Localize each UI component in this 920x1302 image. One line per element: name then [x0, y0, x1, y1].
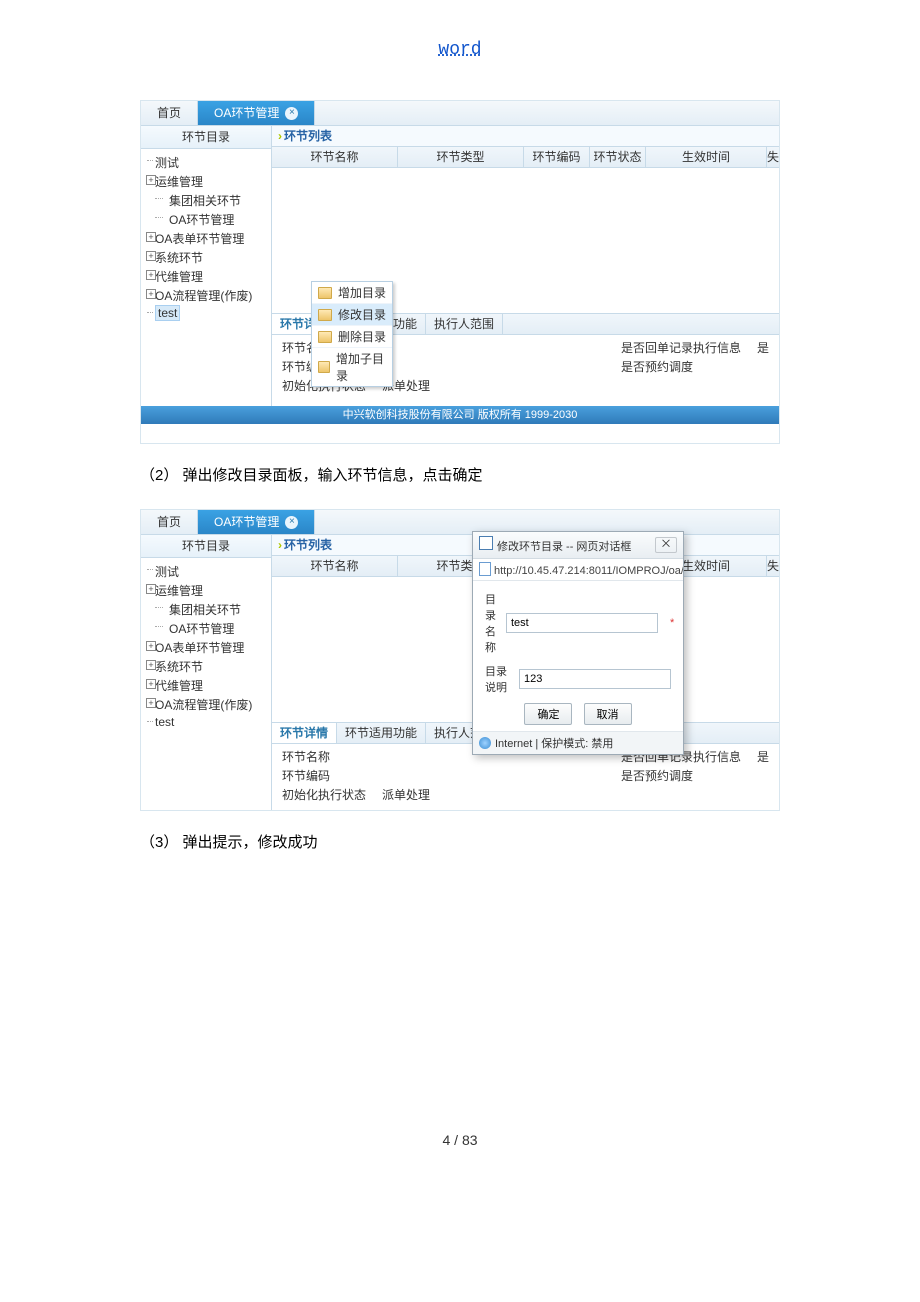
page-icon — [479, 562, 491, 576]
col-exp[interactable]: 失效时间 — [767, 556, 779, 576]
col-exp[interactable]: 失效时间 — [767, 147, 779, 167]
tree-node-flow[interactable]: OA流程管理(作废) — [141, 695, 271, 714]
col-name[interactable]: 环节名称 — [272, 556, 398, 576]
dialog-title: 修改环节目录 -- 网页对话框 — [497, 541, 631, 553]
detail-tab-func[interactable]: 环节适用功能 — [337, 723, 426, 743]
tree-node-oa-form[interactable]: OA表单环节管理 — [141, 638, 271, 657]
edit-dir-dialog: 修改环节目录 -- 网页对话框 ⨉ http://10.45.47.214:80… — [472, 531, 684, 755]
tree-node-ops[interactable]: 运维管理 — [141, 581, 271, 600]
detail-tab-info[interactable]: 环节详情 — [272, 723, 337, 743]
tab-oa-label: OA环节管理 — [214, 101, 279, 125]
tree-node-oa-form[interactable]: OA表单环节管理 — [141, 229, 271, 248]
tree-node-test2[interactable]: test — [141, 714, 271, 730]
desc-label: 目录说明 — [485, 663, 509, 695]
folder-icon — [318, 309, 332, 321]
cancel-button[interactable]: 取消 — [584, 703, 632, 725]
close-icon[interactable]: × — [285, 107, 298, 120]
tree-node-test[interactable]: 测试 — [141, 153, 271, 172]
tree-node-ops[interactable]: 运维管理 — [141, 172, 271, 191]
tree-node-agent[interactable]: 代维管理 — [141, 676, 271, 695]
col-eff[interactable]: 生效时间 — [646, 147, 767, 167]
tree-node-flow[interactable]: OA流程管理(作废) — [141, 286, 271, 305]
ctx-add-sub[interactable]: 增加子目录 — [312, 348, 392, 386]
tree-node-sys[interactable]: 系统环节 — [141, 248, 271, 267]
required-icon: * — [670, 617, 674, 629]
folder-icon — [318, 331, 332, 343]
lbl-rec: 是否回单记录执行信息 — [621, 339, 741, 356]
lbl-sched: 是否预约调度 — [621, 358, 693, 375]
ctx-del-dir[interactable]: 删除目录 — [312, 326, 392, 348]
tree-node-oa[interactable]: OA环节管理 — [141, 619, 271, 638]
page-icon — [479, 536, 493, 550]
app-screenshot-1: 首页 OA环节管理 × 环节目录 测试 运维管理 集团相关环节 OA环节管理 O… — [140, 100, 780, 444]
list-title: ›环节列表 — [272, 126, 779, 147]
close-icon[interactable]: × — [285, 516, 298, 529]
folder-icon — [318, 361, 330, 373]
detail-tab-scope[interactable]: 执行人范围 — [426, 314, 503, 334]
tree-node-agent[interactable]: 代维管理 — [141, 267, 271, 286]
doc-header: word — [0, 40, 920, 60]
tab-home[interactable]: 首页 — [141, 510, 198, 534]
tree-node-group[interactable]: 集团相关环节 — [141, 191, 271, 210]
chevron-down-icon: › — [278, 129, 282, 143]
name-input[interactable] — [506, 613, 658, 633]
dialog-url: http://10.45.47.214:8011/IOMPROJ/oa/tach… — [473, 559, 683, 581]
col-state[interactable]: 环节状态 — [590, 147, 646, 167]
ok-button[interactable]: 确定 — [524, 703, 572, 725]
val-rec: 是 — [757, 339, 769, 356]
footer: 中兴软创科技股份有限公司 版权所有 1999-2030 — [141, 406, 779, 424]
col-code[interactable]: 环节编码 — [524, 147, 590, 167]
page-number: 4 / 83 — [0, 1132, 920, 1148]
dialog-close-button[interactable]: ⨉ — [655, 537, 677, 553]
sidebar-title: 环节目录 — [141, 535, 271, 558]
step-2-text: （2） 弹出修改目录面板，输入环节信息，点击确定 — [140, 464, 780, 485]
desc-input[interactable] — [519, 669, 671, 689]
tab-oa[interactable]: OA环节管理 × — [198, 101, 315, 125]
tab-oa[interactable]: OA环节管理 × — [198, 510, 315, 534]
tree-node-test2[interactable]: test — [141, 305, 271, 321]
step-3-text: （3） 弹出提示，修改成功 — [140, 831, 780, 852]
tree-node-sys[interactable]: 系统环节 — [141, 657, 271, 676]
sidebar-title: 环节目录 — [141, 126, 271, 149]
col-type[interactable]: 环节类型 — [398, 147, 524, 167]
context-menu: 增加目录 修改目录 删除目录 增加子目录 — [311, 281, 393, 387]
ctx-edit-dir[interactable]: 修改目录 — [312, 304, 392, 326]
folder-icon — [318, 287, 332, 299]
dialog-status-text: Internet | 保护模式: 禁用 — [495, 735, 613, 751]
chevron-down-icon: › — [278, 538, 282, 552]
ctx-add-dir[interactable]: 增加目录 — [312, 282, 392, 304]
tab-home[interactable]: 首页 — [141, 101, 198, 125]
tab-oa-label: OA环节管理 — [214, 510, 279, 534]
grid-header: 环节名称 环节类型 环节编码 环节状态 生效时间 失效时间 — [272, 147, 779, 168]
app-screenshot-2: 首页 OA环节管理 × 环节目录 测试 运维管理 集团相关环节 OA环节管理 O… — [140, 509, 780, 811]
col-name[interactable]: 环节名称 — [272, 147, 398, 167]
tree-node-group[interactable]: 集团相关环节 — [141, 600, 271, 619]
name-label: 目录名称 — [485, 591, 496, 655]
tree-node-test[interactable]: 测试 — [141, 562, 271, 581]
tree: 测试 运维管理 集团相关环节 OA环节管理 OA表单环节管理 系统环节 代维管理… — [141, 149, 271, 325]
internet-icon — [479, 737, 491, 749]
tree-node-oa[interactable]: OA环节管理 — [141, 210, 271, 229]
tab-bar: 首页 OA环节管理 × — [141, 101, 779, 126]
